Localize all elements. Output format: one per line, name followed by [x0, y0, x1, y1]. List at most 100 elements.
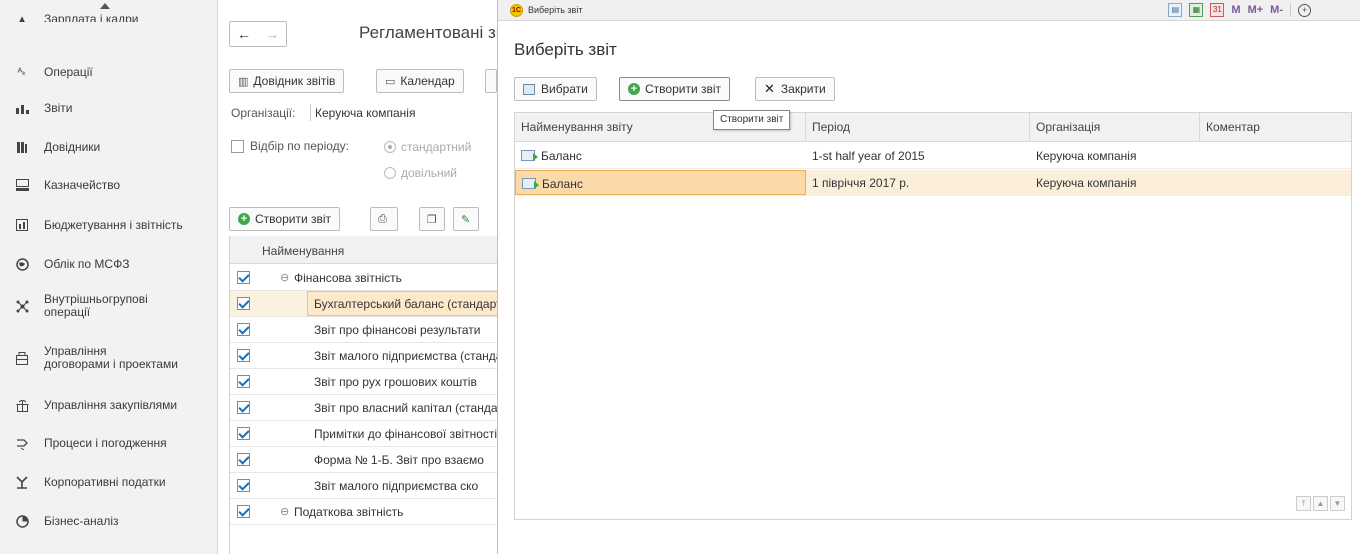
close-label: Закрити [780, 82, 826, 96]
table-row[interactable]: ⊖ Фінансова звітність [230, 265, 498, 291]
row-checkbox[interactable] [237, 271, 250, 284]
close-icon: ✕ [764, 81, 775, 96]
books-icon [0, 141, 44, 153]
sidebar-item-intragroup[interactable]: Внутрішньогрупові операції [0, 291, 218, 321]
scroll-up-icon[interactable]: ▲ [1313, 496, 1328, 511]
scroll-down-icon[interactable]: ▼ [1330, 496, 1345, 511]
row-text: Звіт про власний капітал (стандарт) [314, 401, 514, 415]
create-report-button[interactable]: + Створити звіт [229, 207, 341, 231]
spreadsheet-icon[interactable]: ▦ [1189, 3, 1204, 17]
table-row[interactable]: Форма № 1-Б. Звіт про взаємо [230, 447, 498, 473]
period-filter-checkbox[interactable] [231, 139, 244, 153]
sidebar-item-salary[interactable]: ▲ Зарплата і кадри [0, 8, 218, 23]
table-row[interactable]: ⊖ Податкова звітність [230, 499, 498, 525]
cell-organization: Керуюча компанія [1036, 176, 1137, 190]
table-row[interactable]: Звіт про фінансові результати [230, 317, 498, 343]
organization-value[interactable]: Керуюча компанія [315, 106, 415, 120]
row-checkbox[interactable] [237, 453, 250, 466]
titlebar-tools: ▤ ▦ 31 M M+ M- + [1168, 3, 1311, 17]
table-row[interactable]: Звіт малого підприємства (стандарт) [230, 343, 518, 369]
collapse-icon[interactable]: ⊖ [280, 271, 289, 284]
sidebar-item-budgeting[interactable]: Бюджетування і звітність [0, 215, 218, 235]
column-header-name[interactable]: Найменування [262, 244, 344, 258]
row-checkbox[interactable] [237, 375, 250, 388]
sidebar-item-corporate-tax[interactable]: Корпоративні податки [0, 472, 218, 492]
print-button[interactable]: ⎙ [370, 207, 398, 231]
row-checkbox[interactable] [237, 323, 250, 336]
reports-form: ← → Регламентовані звіти ▥ Довідник звіт… [219, 0, 526, 554]
calendar-label: Календар [400, 74, 455, 88]
tax-icon [0, 475, 44, 489]
table-row[interactable]: Бухгалтерський баланс (стандарт) [230, 291, 507, 317]
create-report-dialog-label: Створити звіт [645, 82, 722, 96]
sidebar-item-reports[interactable]: Звіти [0, 98, 218, 118]
period-filter[interactable]: Відбір по періоду: [231, 139, 349, 153]
table-row[interactable]: Звіт малого підприємства ско [230, 473, 498, 499]
sidebar-item-processes[interactable]: Процеси і погодження [0, 433, 218, 453]
row-checkbox[interactable] [237, 427, 250, 440]
dialog-window-title: Виберіть звіт [528, 5, 583, 15]
sidebar-item-label: Бізнес-аналіз [44, 513, 119, 528]
sidebar-item-label-line1: Управління [44, 344, 107, 358]
select-button[interactable]: Вибрати [514, 77, 597, 101]
table-row[interactable]: Звіт про власний капітал (стандарт) [230, 395, 513, 421]
sidebar-item-label-line1: Внутрішньогрупові [44, 292, 148, 306]
row-checkbox[interactable] [237, 297, 250, 310]
cell-comment [1200, 170, 1351, 196]
table-icon: ▥ [238, 75, 249, 88]
copy-button[interactable]: ❐ [419, 207, 445, 231]
memory-minus-button[interactable]: M- [1270, 4, 1283, 16]
radio-custom[interactable]: довільний [384, 166, 457, 180]
row-text: Звіт малого підприємства ско [314, 479, 479, 493]
cell-comment [1200, 143, 1351, 169]
scroll-first-icon[interactable]: ⤒ [1296, 496, 1311, 511]
sidebar-item-ifrs[interactable]: Облік по МСФЗ [0, 254, 218, 274]
reports-directory-button[interactable]: ▥ Довідник звітів [229, 69, 345, 93]
table-row-selected[interactable]: Баланс 1 півріччя 2017 р. Керуюча компан… [515, 170, 1351, 196]
sidebar-item-purchases[interactable]: Управління закупівлями [0, 395, 218, 415]
table-row[interactable]: Баланс 1-st half year of 2015 Керуюча ко… [515, 143, 1351, 169]
calendar-icon[interactable]: 31 [1210, 3, 1225, 17]
toolbar-separator [1290, 3, 1291, 17]
sidebar-item-operations[interactable]: ᴬₖ Операції [0, 62, 218, 82]
memory-button[interactable]: M [1231, 4, 1240, 16]
row-text: Примітки до фінансової звітності [314, 427, 498, 441]
calendar-icon: ▭ [385, 75, 396, 88]
column-header-comment[interactable]: Коментар [1200, 113, 1351, 142]
row-text: Бухгалтерський баланс (стандарт) [314, 297, 506, 311]
calendar-button[interactable]: ▭ Календар [376, 69, 464, 93]
sidebar-item-business-analysis[interactable]: Бізнес-аналіз [0, 511, 218, 531]
select-report-dialog: 1C Виберіть звіт ▤ ▦ 31 M M+ M- + Вибері… [497, 0, 1360, 554]
row-checkbox[interactable] [237, 349, 250, 362]
row-checkbox[interactable] [237, 479, 250, 492]
sidebar-item-treasury[interactable]: Казначейство [0, 175, 218, 195]
sidebar: ▲ Зарплата і кадри ᴬₖ Операції Звіти Дов… [0, 0, 218, 554]
memory-plus-button[interactable]: M+ [1248, 4, 1264, 16]
forward-button[interactable]: → [258, 22, 286, 46]
column-header-organization[interactable]: Організація [1030, 113, 1200, 142]
row-text: Податкова звітність [294, 505, 404, 519]
close-button[interactable]: ✕ Закрити [755, 77, 835, 101]
sidebar-item-label: Внутрішньогрупові операції [44, 293, 148, 319]
sidebar-item-contracts[interactable]: Управління договорами і проектами [0, 343, 218, 373]
process-icon [0, 437, 44, 450]
plus-circle-icon: + [628, 83, 640, 95]
more-button[interactable] [485, 69, 497, 93]
report-icon [521, 150, 538, 161]
radio-standard[interactable]: стандартний [384, 140, 471, 154]
table-row[interactable]: Примітки до фінансової звітності [230, 421, 498, 447]
zoom-icon[interactable]: + [1298, 3, 1311, 17]
print-preview-icon[interactable]: ▤ [1168, 3, 1183, 17]
row-checkbox[interactable] [237, 401, 250, 414]
back-button[interactable]: ← [230, 22, 258, 46]
column-header-period[interactable]: Період [806, 113, 1030, 142]
budget-icon [0, 219, 44, 231]
row-checkbox[interactable] [237, 505, 250, 518]
table-row[interactable]: Звіт про рух грошових коштів [230, 369, 498, 395]
collapse-icon[interactable]: ⊖ [280, 505, 289, 518]
contract-icon [0, 351, 44, 365]
edit-button[interactable]: ✎ [453, 207, 479, 231]
row-text: Форма № 1-Б. Звіт про взаємо [314, 453, 484, 467]
sidebar-item-directories[interactable]: Довідники [0, 137, 218, 157]
create-report-dialog-button[interactable]: + Створити звіт [619, 77, 731, 101]
